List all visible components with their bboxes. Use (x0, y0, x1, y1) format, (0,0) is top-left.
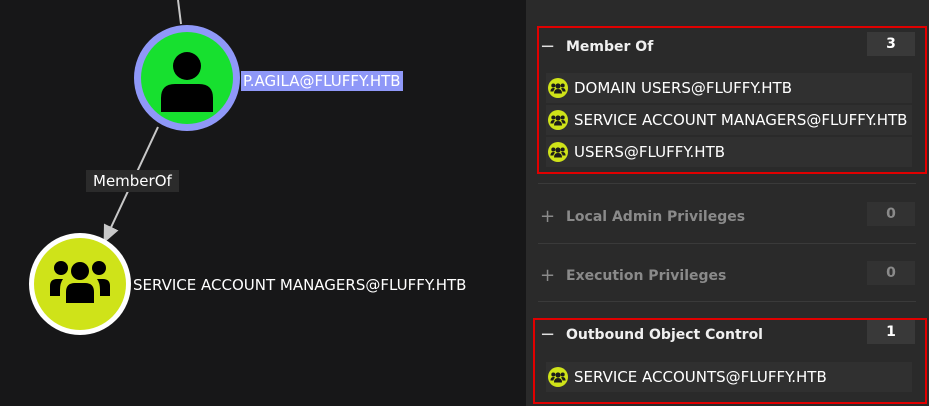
list-item-label: DOMAIN USERS@FLUFFY.HTB (574, 79, 792, 97)
user-node-label: P.AGILA@FLUFFY.HTB (241, 71, 403, 91)
node-info-panel: − Member Of 3 DOMAIN USERS@FLUFFY.HTB SE… (526, 0, 929, 406)
expand-icon: + (540, 265, 556, 286)
member-of-title: Member Of (566, 39, 654, 55)
outbound-count: 1 (867, 320, 915, 344)
graph-canvas[interactable]: P.AGILA@FLUFFY.HTB SERVICE ACCOUNT MANAG… (0, 0, 526, 406)
group-node-label: SERVICE ACCOUNT MANAGERS@FLUFFY.HTB (133, 276, 467, 294)
group-icon (548, 78, 568, 98)
list-item[interactable]: DOMAIN USERS@FLUFFY.HTB (546, 73, 912, 103)
divider (538, 183, 916, 184)
member-of-section: − Member Of 3 DOMAIN USERS@FLUFFY.HTB SE… (538, 32, 928, 172)
list-item[interactable]: USERS@FLUFFY.HTB (546, 137, 912, 167)
edge-label: MemberOf (86, 170, 179, 192)
execution-count: 0 (867, 261, 915, 285)
expand-icon: + (540, 206, 556, 227)
outbound-header[interactable]: − Outbound Object Control 1 (538, 320, 928, 350)
member-of-count: 3 (867, 32, 915, 56)
execution-title: Execution Privileges (566, 268, 727, 284)
group-icon (548, 110, 568, 130)
local-admin-header[interactable]: + Local Admin Privileges 0 (538, 202, 928, 232)
local-admin-title: Local Admin Privileges (566, 209, 746, 225)
incoming-edge (177, 0, 182, 25)
execution-section: + Execution Privileges 0 (538, 261, 928, 291)
graph-svg (29, 0, 240, 335)
execution-header[interactable]: + Execution Privileges 0 (538, 261, 928, 291)
collapse-icon: − (540, 36, 556, 57)
list-item[interactable]: SERVICE ACCOUNTS@FLUFFY.HTB (546, 362, 912, 392)
member-of-header[interactable]: − Member Of 3 (538, 32, 928, 62)
outbound-title: Outbound Object Control (566, 327, 763, 343)
local-admin-count: 0 (867, 202, 915, 226)
group-node[interactable] (29, 233, 131, 335)
collapse-icon: − (540, 324, 556, 345)
list-item-label: SERVICE ACCOUNT MANAGERS@FLUFFY.HTB (574, 111, 908, 129)
divider (538, 301, 916, 302)
list-item[interactable]: SERVICE ACCOUNT MANAGERS@FLUFFY.HTB (546, 105, 912, 135)
divider (538, 243, 916, 244)
group-icon (548, 367, 568, 387)
list-item-label: SERVICE ACCOUNTS@FLUFFY.HTB (574, 368, 827, 386)
group-icon (548, 142, 568, 162)
local-admin-section: + Local Admin Privileges 0 (538, 202, 928, 232)
list-item-label: USERS@FLUFFY.HTB (574, 143, 726, 161)
outbound-section: − Outbound Object Control 1 SERVICE ACCO… (538, 320, 928, 400)
user-node[interactable] (134, 25, 240, 131)
